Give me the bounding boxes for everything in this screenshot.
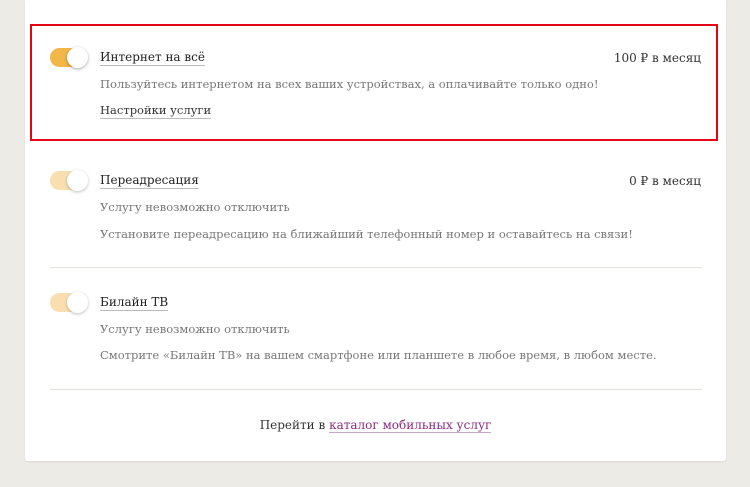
- service-description-forwarding: Установите переадресацию на ближайший те…: [100, 227, 633, 241]
- divider: [50, 389, 702, 390]
- catalog-footer: Перейти в каталог мобильных услуг: [25, 418, 726, 433]
- toggle-knob: [67, 170, 88, 191]
- service-toggle-forwarding[interactable]: [50, 170, 88, 191]
- service-price-forwarding: 0 ₽ в месяц: [629, 174, 701, 188]
- service-title-internet[interactable]: Интернет на всё: [100, 50, 205, 66]
- service-settings-link[interactable]: Настройки услуги: [100, 103, 212, 119]
- divider: [50, 267, 702, 268]
- service-status-beeline-tv: Услугу невозможно отключить: [100, 322, 290, 336]
- service-title-beeline-tv[interactable]: Билайн ТВ: [100, 295, 169, 311]
- footer-prefix: Перейти в: [259, 418, 326, 432]
- services-card: Интернет на всё 100 ₽ в месяц Пользуйтес…: [25, 0, 726, 461]
- service-description-internet: Пользуйтесь интернетом на всех ваших уст…: [100, 77, 599, 91]
- toggle-knob: [67, 47, 88, 68]
- catalog-link[interactable]: каталог мобильных услуг: [329, 418, 492, 433]
- service-toggle-beeline-tv[interactable]: [50, 292, 88, 313]
- service-title-forwarding[interactable]: Переадресация: [100, 173, 199, 189]
- service-description-beeline-tv: Смотрите «Билайн ТВ» на вашем смартфоне …: [100, 348, 657, 362]
- service-toggle-internet[interactable]: [50, 47, 88, 68]
- service-status-forwarding: Услугу невозможно отключить: [100, 200, 290, 214]
- service-price-internet: 100 ₽ в месяц: [613, 51, 701, 65]
- toggle-knob: [67, 292, 88, 313]
